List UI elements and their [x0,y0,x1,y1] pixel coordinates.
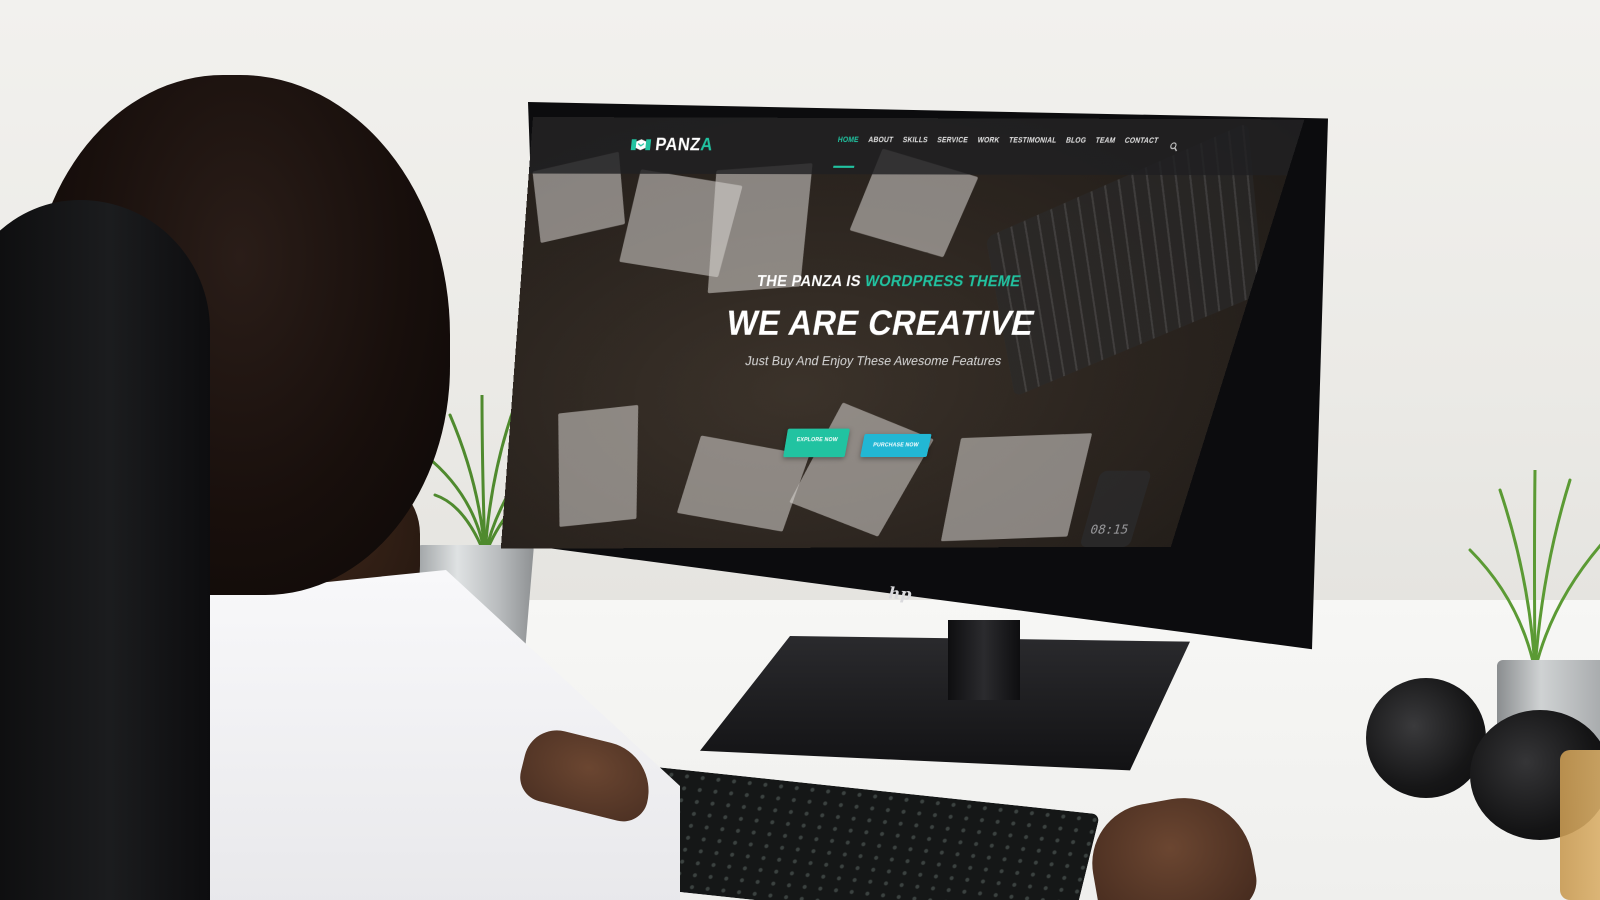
hero-kicker-accent: WORDPRESS THEME [863,273,1023,291]
photo-scene: hp 08:15 PANZA HOME ABOUT SKILLS SERVICE… [0,0,1600,900]
hero-kicker: THE PANZA IS WORDPRESS THEME [520,273,1256,292]
explore-now-button[interactable]: EXPLORE NOW [783,428,851,458]
hero-title: WE ARE CREATIVE [724,302,1039,343]
purchase-now-button[interactable]: PURCHASE NOW [860,433,932,458]
hero-section: THE PANZA IS WORDPRESS THEME WE ARE CREA… [501,117,1305,549]
hero-subtitle: Just Buy And Enjoy These Awesome Feature… [744,352,1004,369]
monitor-screen: 08:15 PANZA HOME ABOUT SKILLS SERVICE WO… [500,117,1305,549]
hp-logo-icon: hp [887,583,913,604]
coffee-cup [1560,750,1600,900]
headphones-cup-left [1366,678,1486,798]
monitor-stand-neck [948,620,1020,700]
plant-leaves-right [1468,470,1600,670]
person-hair-foreground [0,200,210,900]
hero-button-row: EXPLORE NOW PURCHASE NOW [508,428,1208,458]
hero-kicker-text: THE PANZA IS [755,273,867,291]
